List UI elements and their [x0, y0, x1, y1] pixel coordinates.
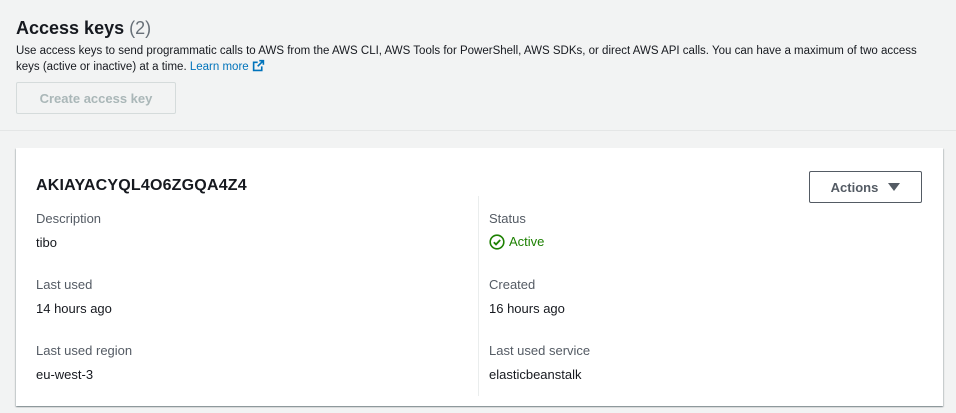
description-value: tibo: [36, 235, 57, 250]
last-used-region-value: eu-west-3: [36, 367, 94, 382]
status-value: Active: [509, 234, 545, 249]
learn-more-label: Learn more: [189, 61, 249, 73]
actions-dropdown-button[interactable]: Actions: [809, 171, 922, 203]
create-access-key-button[interactable]: Create access key: [16, 82, 176, 114]
caret-down-icon: [888, 183, 901, 191]
last-used-region-label: Last used region: [36, 343, 133, 358]
created-label: Created: [489, 277, 536, 292]
access-key-id: AKIAYACYQL4O6ZGQA4Z4: [36, 177, 247, 194]
external-link-icon: [252, 59, 264, 72]
actions-label: Actions: [830, 179, 879, 195]
status-badge: Active: [489, 234, 544, 250]
description-text: Use access keys to send programmatic cal…: [16, 45, 917, 73]
last-used-value: 14 hours ago: [36, 301, 112, 316]
status-label: Status: [489, 211, 526, 226]
created-value: 16 hours ago: [489, 301, 565, 316]
access-keys-description: Use access keys to send programmatic cal…: [16, 43, 936, 75]
last-used-service-label: Last used service: [489, 343, 591, 358]
access-keys-header: Access keys (2) Use access keys to send …: [0, 0, 956, 131]
page-title-text: Access keys: [16, 18, 125, 38]
key-count: (2): [129, 18, 152, 38]
learn-more-link[interactable]: Learn more: [189, 59, 265, 73]
description-label: Description: [36, 211, 102, 226]
last-used-label: Last used: [36, 277, 93, 292]
access-key-card: AKIAYACYQL4O6ZGQA4Z4 Actions Description…: [16, 148, 943, 406]
last-used-service-value: elasticbeanstalk: [489, 367, 582, 382]
check-circle-icon: [489, 234, 505, 250]
column-divider: [478, 196, 479, 396]
page-title: Access keys (2): [16, 16, 151, 40]
